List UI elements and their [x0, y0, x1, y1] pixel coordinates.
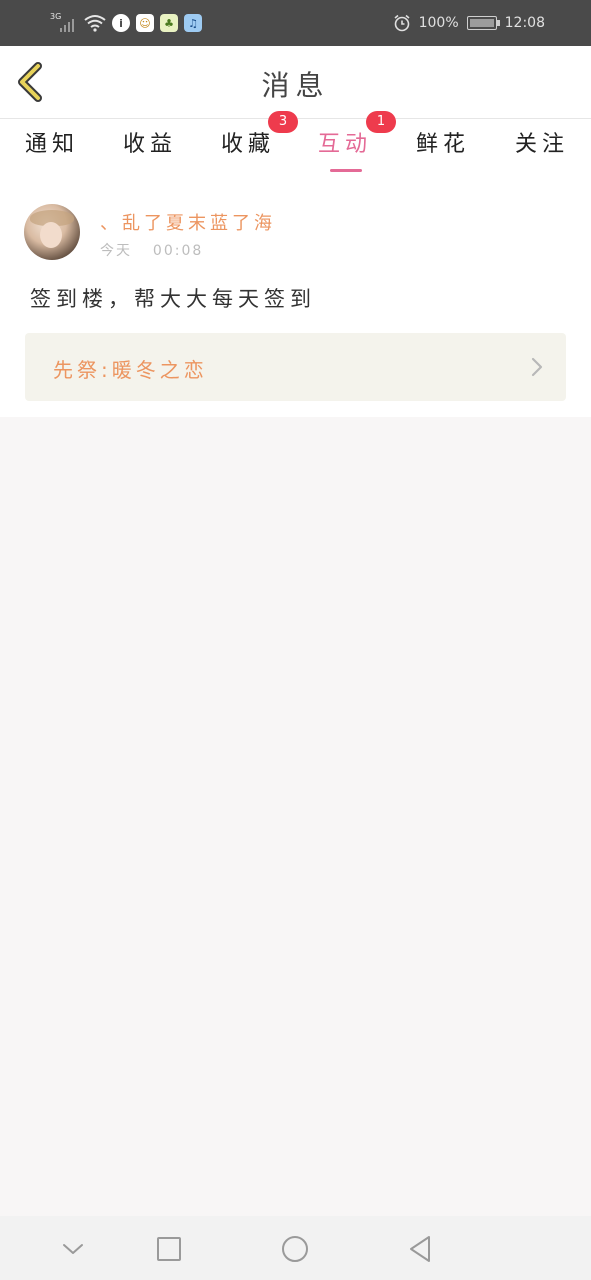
tab-label: 收益: [122, 132, 177, 157]
referenced-post-card[interactable]: 先祭:暖冬之恋: [25, 333, 566, 401]
avatar[interactable]: [24, 204, 80, 260]
tab-bar: 通知 收益 收藏 3 互动 1 鲜花 关注: [0, 111, 591, 179]
recents-button[interactable]: [154, 1234, 184, 1264]
message-date: 今天: [100, 243, 132, 259]
home-icon: [282, 1236, 308, 1262]
interactions-badge: 1: [366, 111, 396, 133]
tab-flowers[interactable]: 鲜花: [394, 119, 492, 179]
timestamp: 今天 00:08: [100, 240, 203, 260]
tab-notifications[interactable]: 通知: [3, 119, 101, 179]
alarm-icon: [394, 14, 410, 32]
status-left: 3G i ☺ ♣ ♫: [50, 11, 202, 35]
page-title: 消息: [261, 69, 330, 102]
system-nav-bar: [0, 1216, 591, 1280]
signal-icon: 3G: [50, 12, 78, 34]
back-icon: [410, 1236, 430, 1262]
status-bar: 3G i ☺ ♣ ♫ 100% 12:08: [0, 0, 591, 46]
battery-icon: [466, 16, 500, 30]
tab-favorites[interactable]: 收藏 3: [199, 111, 298, 179]
message-item: 、乱了夏末蓝了海 今天 00:08 签到楼，帮大大每天签到 先祭:暖冬之恋: [0, 179, 591, 417]
home-button[interactable]: [280, 1234, 310, 1264]
username[interactable]: 、乱了夏末蓝了海: [100, 209, 276, 235]
tab-label: 收藏: [220, 132, 275, 157]
battery-percent: 100%: [418, 15, 459, 31]
collapse-button[interactable]: [58, 1234, 88, 1264]
tab-label: 通知: [24, 132, 79, 157]
favorites-badge: 3: [268, 111, 298, 133]
referenced-post-title: 先祭:暖冬之恋: [53, 358, 208, 382]
tab-interactions[interactable]: 互动 1: [296, 111, 396, 179]
tab-label: 互动: [317, 132, 372, 157]
tab-earnings[interactable]: 收益: [101, 119, 199, 179]
app-icon-1: ☺: [136, 14, 154, 32]
info-icon: i: [112, 14, 130, 32]
tab-label: 关注: [514, 132, 569, 157]
header: 消息: [0, 46, 591, 119]
active-tab-indicator: [330, 169, 362, 172]
app-icon-2: ♣: [160, 14, 178, 32]
collapse-icon: [63, 1244, 83, 1254]
system-back-button[interactable]: [405, 1234, 435, 1264]
message-text: 签到楼，帮大大每天签到: [30, 287, 316, 311]
chevron-right-icon: [531, 357, 543, 377]
message-time: 00:08: [152, 243, 204, 259]
tab-following[interactable]: 关注: [493, 119, 591, 179]
tab-label: 鲜花: [415, 132, 470, 157]
wifi-icon: [84, 15, 106, 32]
clock-time: 12:08: [504, 15, 545, 31]
recents-icon: [157, 1237, 181, 1261]
music-icon: ♫: [184, 14, 202, 32]
status-right: 100% 12:08: [393, 12, 545, 34]
